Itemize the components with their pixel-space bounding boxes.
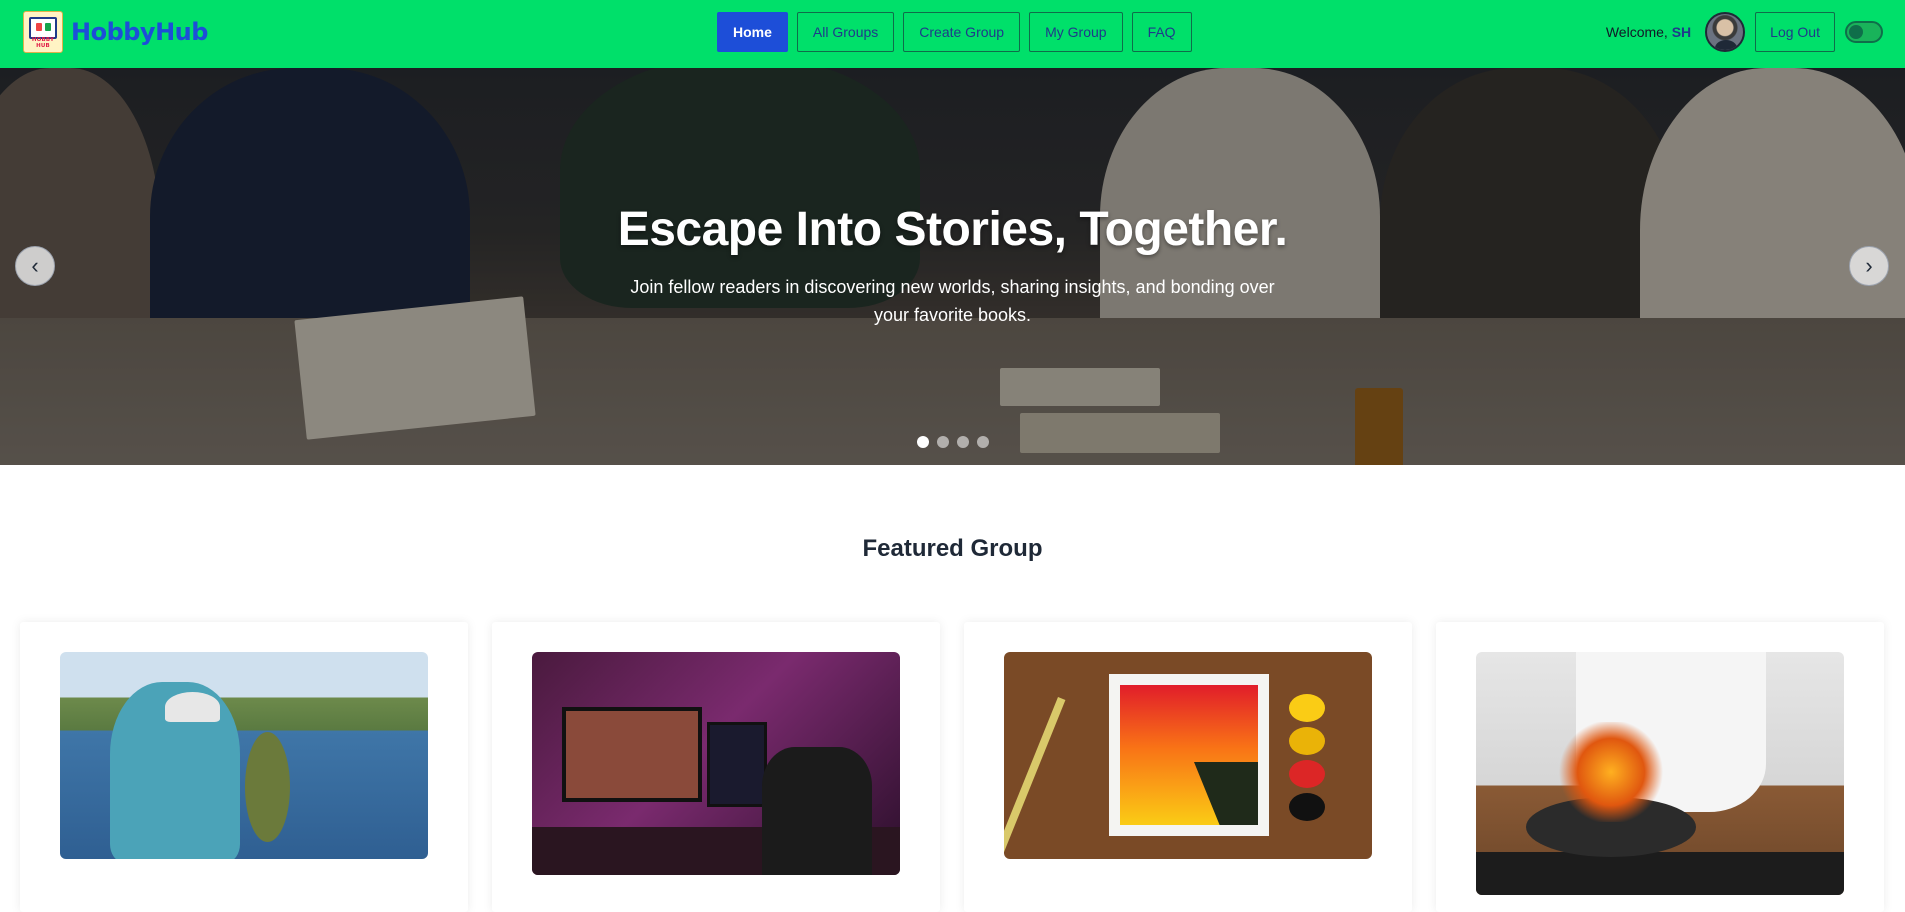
- painting-photo[interactable]: [1004, 652, 1372, 859]
- featured-card[interactable]: [1436, 622, 1884, 912]
- user-area: Welcome, SH Log Out: [1606, 12, 1883, 52]
- nav-faq-button[interactable]: FAQ: [1131, 12, 1192, 52]
- nav-create-group-button[interactable]: Create Group: [903, 12, 1021, 52]
- featured-cards: [20, 622, 1885, 912]
- hero-text: Escape Into Stories, Together. Join fell…: [0, 202, 1905, 329]
- toggle-knob: [1849, 25, 1863, 39]
- featured-card[interactable]: [20, 622, 468, 912]
- carousel-dot-1[interactable]: [916, 436, 929, 448]
- nav-home-button[interactable]: Home: [717, 12, 788, 52]
- brand-name[interactable]: HobbyHub: [71, 18, 208, 46]
- carousel-next-button[interactable]: ›: [1849, 246, 1889, 286]
- featured-card[interactable]: [492, 622, 940, 912]
- avatar[interactable]: [1705, 12, 1746, 52]
- fishing-photo[interactable]: [60, 652, 428, 859]
- nav-my-group-button[interactable]: My Group: [1029, 12, 1123, 52]
- gaming-photo[interactable]: [532, 652, 900, 875]
- chevron-left-icon: ‹: [31, 253, 39, 278]
- hero-subtitle: Join fellow readers in discovering new w…: [630, 277, 1275, 325]
- theme-toggle[interactable]: [1845, 21, 1883, 43]
- welcome-text: Welcome, SH: [1605, 24, 1692, 40]
- hero-carousel: Escape Into Stories, Together. Join fell…: [0, 68, 1905, 465]
- cooking-photo[interactable]: [1476, 652, 1844, 895]
- main-nav: Home All Groups Create Group My Group FA…: [717, 12, 1192, 52]
- hobbyhub-logo-icon: HOBBY HUB: [23, 11, 63, 53]
- carousel-dot-4[interactable]: [976, 436, 989, 448]
- featured-section-title: Featured Group: [862, 535, 1043, 562]
- logout-button[interactable]: Log Out: [1755, 12, 1835, 52]
- carousel-dot-3[interactable]: [956, 436, 969, 448]
- navbar: HOBBY HUB HobbyHub Home All Groups Creat…: [0, 0, 1905, 68]
- carousel-prev-button[interactable]: ‹: [15, 246, 55, 286]
- nav-all-groups-button[interactable]: All Groups: [796, 12, 895, 52]
- hero-title: Escape Into Stories, Together.: [617, 203, 1288, 256]
- carousel-dot-2[interactable]: [936, 436, 949, 448]
- featured-card[interactable]: [964, 622, 1412, 912]
- carousel-indicators: [0, 436, 1905, 448]
- chevron-right-icon: ›: [1865, 253, 1873, 278]
- user-name: SH: [1671, 24, 1692, 40]
- brand[interactable]: HOBBY HUB HobbyHub: [23, 11, 208, 53]
